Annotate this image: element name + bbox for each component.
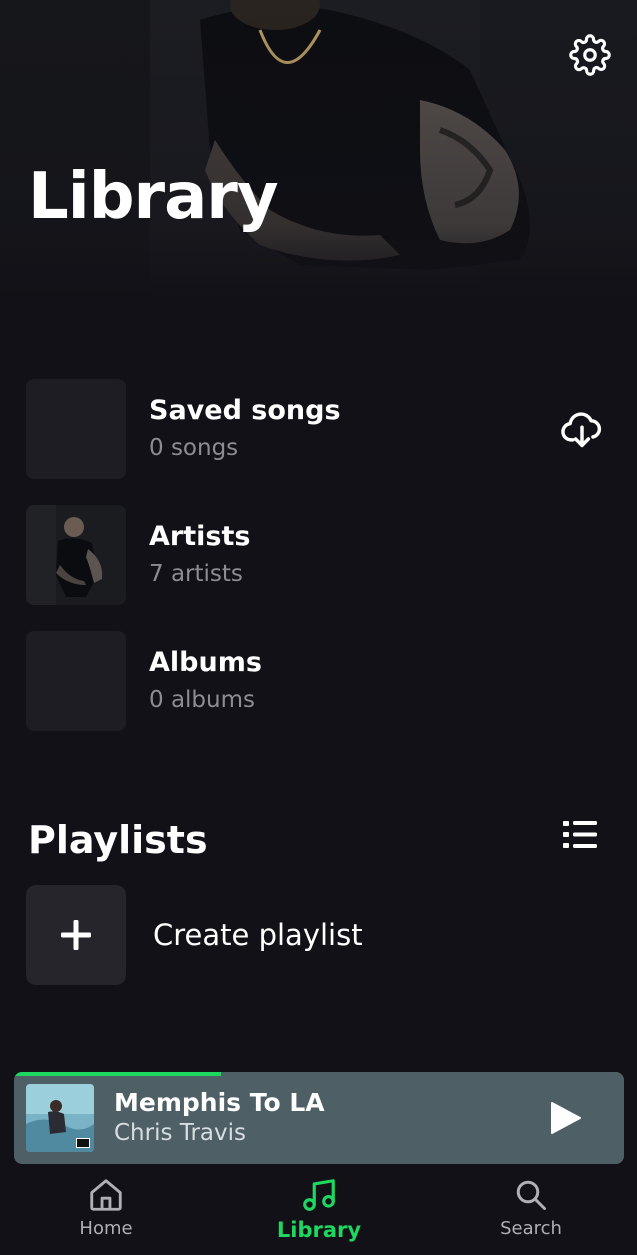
- plus-icon: [61, 920, 91, 950]
- playback-progress: [14, 1072, 624, 1076]
- library-item-saved-songs[interactable]: Saved songs 0 songs: [26, 379, 611, 479]
- library-item-artists[interactable]: Artists 7 artists: [26, 505, 611, 605]
- library-item-title: Saved songs: [149, 395, 341, 426]
- playback-progress-fill: [14, 1072, 222, 1076]
- music-note-icon: [303, 1179, 335, 1211]
- nav-library[interactable]: Library: [254, 1176, 384, 1252]
- nav-home[interactable]: Home: [41, 1176, 171, 1252]
- nav-label: Home: [79, 1218, 133, 1239]
- library-item-albums[interactable]: Albums 0 albums: [26, 631, 611, 731]
- home-icon: [90, 1179, 122, 1211]
- bottom-navigation: Home Library Search: [0, 1168, 637, 1255]
- cloud-download-icon: [561, 412, 602, 448]
- artists-thumbnail: [26, 505, 126, 605]
- now-playing-artist: Chris Travis: [114, 1120, 246, 1146]
- library-item-title: Albums: [149, 647, 262, 678]
- create-playlist-label: Create playlist: [153, 918, 363, 952]
- create-playlist-button[interactable]: Create playlist: [26, 885, 611, 985]
- search-icon: [516, 1180, 546, 1210]
- now-playing-bar[interactable]: Memphis To LA Chris Travis: [14, 1072, 624, 1164]
- now-playing-title: Memphis To LA: [114, 1088, 325, 1117]
- library-item-title: Artists: [149, 521, 251, 552]
- play-icon: [551, 1102, 581, 1134]
- nav-label: Search: [500, 1218, 562, 1239]
- page-title: Library: [28, 160, 279, 234]
- settings-button[interactable]: [567, 32, 613, 78]
- download-button[interactable]: [559, 409, 605, 449]
- list-view-button[interactable]: [563, 818, 599, 852]
- library-item-subtitle: 0 songs: [149, 435, 239, 461]
- playlists-heading: Playlists: [28, 818, 208, 862]
- albums-thumbnail: [26, 631, 126, 731]
- nav-label: Library: [276, 1218, 362, 1242]
- now-playing-artwork: [26, 1084, 94, 1152]
- play-button[interactable]: [546, 1098, 586, 1138]
- library-item-subtitle: 7 artists: [149, 561, 243, 587]
- header-hero: Library: [0, 0, 637, 300]
- library-item-subtitle: 0 albums: [149, 687, 255, 713]
- list-view-icon: [563, 821, 597, 848]
- gear-icon: [569, 34, 611, 76]
- nav-search[interactable]: Search: [466, 1176, 596, 1252]
- artist-hero-image: [0, 0, 637, 300]
- saved-songs-thumbnail: [26, 379, 126, 479]
- create-playlist-tile: [26, 885, 126, 985]
